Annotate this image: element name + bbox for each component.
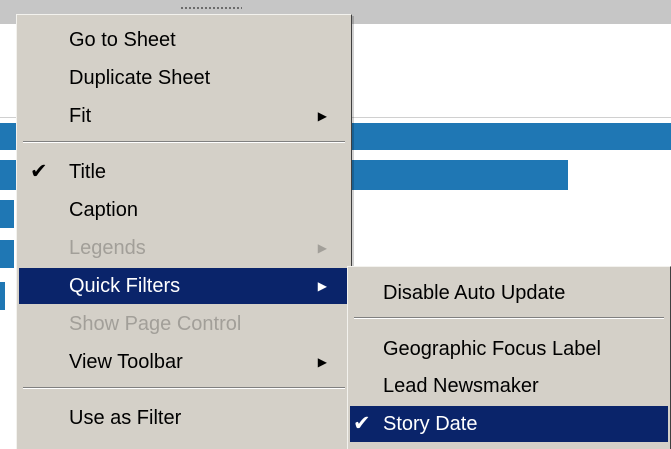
menu-item-fit[interactable]: Fit ▶ [19, 98, 349, 134]
check-icon: ✔ [353, 412, 371, 435]
check-icon: ✔ [30, 160, 48, 183]
menu-divider [23, 141, 345, 143]
menu-item-caption[interactable]: Caption [19, 192, 349, 228]
menu-item-label: Go to Sheet [69, 29, 176, 51]
menu-item-quick-filters[interactable]: Quick Filters ▶ [19, 268, 349, 304]
menu-item-label: Story Date [383, 413, 478, 435]
menu-item-label: Quick Filters [69, 275, 181, 297]
menu-item-geographic-focus-label[interactable]: Geographic Focus Label [350, 331, 668, 367]
menu-item-lead-newsmaker[interactable]: Lead Newsmaker [350, 368, 668, 404]
menu-item-label: Show Page Control [69, 313, 242, 335]
menu-divider [354, 317, 664, 319]
triangle-right-icon: ▶ [317, 109, 327, 123]
quick-filters-submenu: Disable Auto Update Geographic Focus Lab… [347, 266, 671, 449]
menu-item-label: Lead Newsmaker [383, 375, 539, 397]
menu-item-label: Duplicate Sheet [69, 67, 211, 89]
menu-item-view-toolbar[interactable]: View Toolbar ▶ [19, 344, 349, 380]
menu-item-title[interactable]: ✔ Title [19, 154, 349, 190]
menu-item-label: View Toolbar [69, 351, 183, 373]
menu-item-go-to-sheet[interactable]: Go to Sheet [19, 22, 349, 58]
triangle-right-icon: ▶ [317, 279, 327, 293]
menu-item-label: Legends [69, 237, 146, 259]
menu-item-show-page-control[interactable]: Show Page Control [19, 306, 349, 342]
triangle-right-icon: ▶ [317, 241, 327, 255]
screen: Go to Sheet Duplicate Sheet Fit ▶ ✔ Titl… [0, 0, 671, 449]
menu-item-legends[interactable]: Legends ▶ [19, 230, 349, 266]
menu-item-label: Geographic Focus Label [383, 338, 601, 360]
sheet-context-menu: Go to Sheet Duplicate Sheet Fit ▶ ✔ Titl… [16, 14, 352, 449]
menu-item-label: Caption [69, 199, 138, 221]
menu-item-use-as-filter[interactable]: Use as Filter [19, 400, 349, 436]
menu-item-story-date[interactable]: ✔ Story Date [350, 406, 668, 442]
menu-item-label: Use as Filter [69, 407, 182, 429]
menu-item-disable-auto-update[interactable]: Disable Auto Update [350, 275, 668, 311]
chart-bar [0, 200, 14, 228]
menu-item-label: Fit [69, 105, 92, 127]
menu-item-duplicate-sheet[interactable]: Duplicate Sheet [19, 60, 349, 96]
menu-divider [23, 387, 345, 389]
triangle-right-icon: ▶ [317, 355, 327, 369]
grip-dots-icon[interactable] [180, 5, 242, 11]
chart-bar [0, 240, 14, 268]
chart-bar [0, 282, 5, 310]
menu-item-label: Title [69, 161, 107, 183]
menu-item-label: Disable Auto Update [383, 282, 566, 304]
